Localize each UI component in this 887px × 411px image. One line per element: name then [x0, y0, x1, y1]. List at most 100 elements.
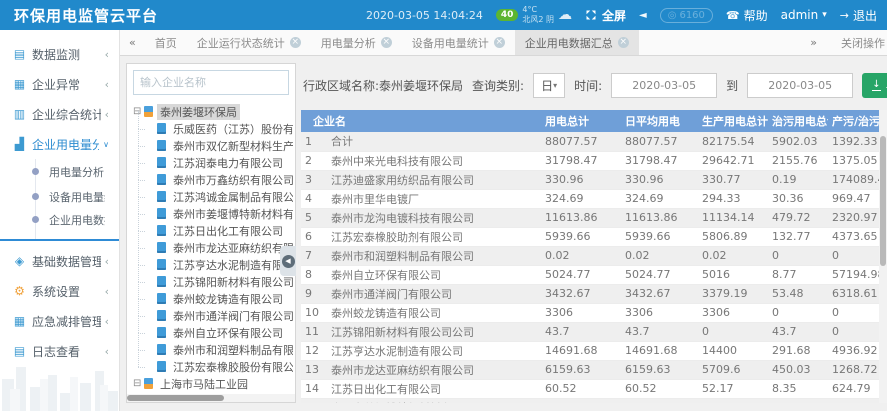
user-menu[interactable]: admin ▾ [781, 8, 827, 22]
tree-node[interactable]: 江苏润泰电力有限公司 [133, 154, 293, 171]
tree-node[interactable]: 江苏宏泰橡胶股份有限公司 [133, 358, 293, 375]
help-button[interactable]: ☎ 帮助 [726, 7, 768, 24]
table-row[interactable]: 10 泰州蛟龙铸造有限公司 3306 3306 3306 0 0 [301, 303, 879, 322]
tree-node[interactable]: 泰州市和润塑料制品有限公司 [133, 341, 293, 358]
sidebar-menu-item[interactable]: ◈ 基础数据管理 ‹ [0, 246, 119, 276]
company-icon [144, 378, 153, 389]
tree-node[interactable]: 泰州市姜堰博特新材料有限公司 [133, 205, 293, 222]
tree-node[interactable]: 泰州市双亿新型材料生产有限公司 [133, 137, 293, 154]
menu-item-label: 用电量分析 [49, 164, 105, 180]
tab-close-icon[interactable] [494, 37, 505, 48]
close-operations-menu[interactable]: 关闭操作 [841, 35, 885, 51]
ratio-cell: 1375.05 [828, 151, 879, 170]
tabs-scroll-right-icon[interactable]: » [801, 36, 826, 49]
tab[interactable]: 设备用电量统计 [402, 30, 515, 55]
column-header-company: 企业名 [301, 110, 541, 132]
sidebar-menu-item[interactable]: ▦ 应急减排管理 ‹ [0, 306, 119, 336]
sidebar-menu-item[interactable]: ▟ 企业用电量分析 ∨ [0, 129, 119, 159]
table-vertical-scrollbar[interactable] [879, 110, 887, 403]
tree-node[interactable]: 江苏鸿诚金属制品有限公司 [133, 188, 293, 205]
tree-node[interactable]: 泰州蛟龙铸造有限公司 [133, 290, 293, 307]
query-type-select[interactable]: 日 ▾ [533, 73, 565, 98]
scrollbar-thumb[interactable] [127, 395, 224, 401]
sidebar-menu-item[interactable]: 设备用电量统计 [0, 184, 119, 209]
daily-avg-cell: 31798.47 [621, 151, 698, 170]
daily-avg-cell: 88077.57 [621, 132, 698, 151]
menu-icon: ▤ [12, 47, 27, 61]
region-name-label: 行政区域名称:泰州姜堰环保局 [303, 77, 463, 94]
scrollbar-thumb[interactable] [880, 136, 886, 266]
top-bar: 环保用电监管云平台 2020-03-05 14:04:24 40 4°C 北风2… [0, 0, 887, 30]
company-search-input[interactable] [133, 70, 289, 95]
menu-item-label: 基础数据管理 [32, 253, 101, 270]
tree-horizontal-scrollbar[interactable] [127, 394, 295, 402]
company-name-cell: 泰州市龙沟电镀科技有限公司 [327, 208, 541, 227]
ratio-cell: 624.79 [828, 379, 879, 398]
company-icon [157, 310, 166, 321]
sidebar-menu-item[interactable]: ▦ 企业异常 ‹ [0, 69, 119, 99]
sidebar-menu-item[interactable]: 企业用电数据汇总 [0, 209, 119, 241]
table-row[interactable]: 7 泰州市和润塑料制品有限公司 0.02 0.02 0.02 0 0 [301, 246, 879, 265]
tab[interactable]: 首页 [145, 30, 187, 55]
table-row[interactable]: 15 泰州市姜堰博特新材料有限公司 830.84 830.84 739.43 4… [301, 398, 879, 403]
sidebar-menu-item[interactable]: ▤ 日志查看 ‹ [0, 336, 119, 366]
table-row[interactable]: 4 泰州市里华电镀厂 324.69 324.69 294.33 30.36 96… [301, 189, 879, 208]
tree-node-label: 乐威医药（江苏）股份有限公司 [170, 121, 293, 137]
tree-node[interactable]: ⊟ 上海市马陆工业园 [133, 375, 293, 392]
sidebar-menu-item[interactable]: 用电量分析 [0, 159, 119, 184]
tree-node-label: 泰州市龙达亚麻纺织有限公司 [170, 240, 293, 256]
tab-close-icon[interactable] [381, 37, 392, 48]
table-row[interactable]: 8 泰州自立环保有限公司 5024.77 5024.77 5016 8.77 5… [301, 265, 879, 284]
tab-close-icon[interactable] [290, 37, 301, 48]
table-row[interactable]: 2 泰州中来光电科技有限公司 31798.47 31798.47 29642.7… [301, 151, 879, 170]
data-table-container: 企业名 用电总计 日平均用电 生产用电总计 治污用电总计 产污/治污(用 [301, 110, 887, 403]
tree-node[interactable]: 泰州市万鑫纺织有限公司 [133, 171, 293, 188]
table-row[interactable]: 5 泰州市龙沟电镀科技有限公司 11613.86 11613.86 11134.… [301, 208, 879, 227]
tab[interactable]: 用电量分析 [311, 30, 402, 55]
tree-node[interactable]: 乐威医药（江苏）股份有限公司 [133, 120, 293, 137]
tree-node[interactable]: ⊟ 泰州姜堰环保局 [133, 103, 293, 120]
tree-node-label: 江苏日出化工有限公司 [170, 223, 286, 239]
tabs-scroll-left-icon[interactable]: « [120, 36, 145, 49]
production-power-cell: 3379.19 [698, 284, 768, 303]
table-row[interactable]: 12 江苏亨达水泥制造有限公司 14691.68 14691.68 14400 … [301, 341, 879, 360]
date-to-input[interactable] [747, 73, 853, 98]
tree-node[interactable]: 泰州市龙达亚麻纺织有限公司 [133, 239, 293, 256]
date-from-input[interactable] [611, 73, 717, 98]
pollution-power-cell: 0 [768, 303, 828, 322]
sidebar-menu-item[interactable]: ▤ 数据监测 ‹ [0, 39, 119, 69]
tree-collapse-button[interactable]: ◀ [280, 246, 296, 276]
sidebar-menu-item[interactable]: ⚙ 系统设置 ‹ [0, 276, 119, 306]
table-row[interactable]: 3 江苏迪盛家用纺织品有限公司 330.96 330.96 330.77 0.1… [301, 170, 879, 189]
expand-toggle-icon[interactable]: ⊟ [133, 378, 144, 389]
tree-node[interactable]: 泰州自立环保有限公司 [133, 324, 293, 341]
tab[interactable]: 企业用电数据汇总 [515, 30, 639, 55]
alarm-count-badge[interactable]: ◎ 6160 [660, 8, 713, 23]
sidebar-menu-item[interactable]: ▥ 企业综合统计 ‹ [0, 99, 119, 129]
tree-node-label: 泰州市双亿新型材料生产有限公司 [170, 138, 293, 154]
ratio-cell: 969.47 [828, 189, 879, 208]
table-row[interactable]: 6 江苏宏泰橡胶助剂有限公司 5939.66 5939.66 5806.89 1… [301, 227, 879, 246]
ratio-cell: 0 [828, 246, 879, 265]
table-row[interactable]: 11 江苏锦阳新材料有限公司公司 43.7 43.7 0 43.7 0 [301, 322, 879, 341]
tab-close-icon[interactable] [618, 37, 629, 48]
tree-node[interactable]: 江苏亨达水泥制造有限公司 [133, 256, 293, 273]
tab[interactable]: 企业运行状态统计 [187, 30, 311, 55]
logout-button[interactable]: → 退出 [840, 7, 877, 24]
tree-node[interactable]: 江苏锦阳新材料有限公司公司 [133, 273, 293, 290]
tree-node[interactable]: 泰州市通洋阀门有限公司 [133, 307, 293, 324]
table-row[interactable]: 14 江苏日出化工有限公司 60.52 60.52 52.17 8.35 624… [301, 379, 879, 398]
export-button[interactable]: ↓ 导出 [862, 73, 887, 98]
logout-icon: → [840, 9, 849, 22]
tree-node-label: 泰州蛟龙铸造有限公司 [170, 291, 286, 307]
menu-chevron-icon: ∨ [103, 140, 109, 149]
table-row[interactable]: 13 泰州市龙达亚麻纺织有限公司 6159.63 6159.63 5709.6 … [301, 360, 879, 379]
table-row[interactable]: 9 泰州市通洋阀门有限公司 3432.67 3432.67 3379.19 53… [301, 284, 879, 303]
fullscreen-button[interactable]: 全屏 [585, 7, 626, 24]
tab-label: 首页 [155, 35, 177, 51]
tree-node[interactable]: 江苏日出化工有限公司 [133, 222, 293, 239]
tab-label: 设备用电量统计 [412, 35, 489, 51]
menu-chevron-icon: ‹ [105, 78, 109, 91]
table-row[interactable]: 1 合计 88077.57 88077.57 82175.54 5902.03 … [301, 132, 879, 151]
speaker-muted-icon[interactable]: ◄ [639, 10, 647, 21]
